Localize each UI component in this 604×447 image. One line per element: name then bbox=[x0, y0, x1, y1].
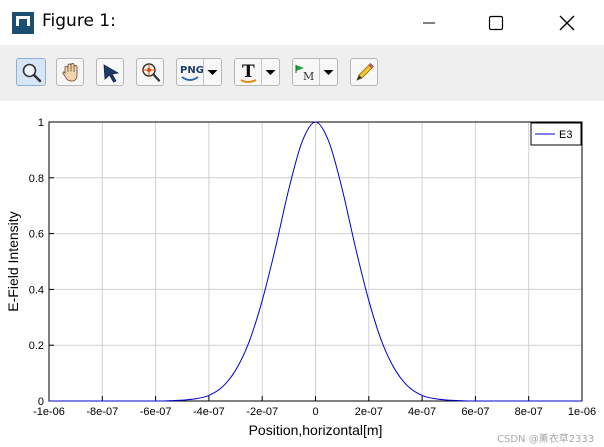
svg-text:M: M bbox=[303, 70, 314, 83]
data-point bbox=[355, 247, 356, 248]
x-tick-label: 8e-07 bbox=[515, 406, 543, 418]
legend-entry-e3: E3 bbox=[559, 129, 572, 141]
x-axis-ticks: -1e-06 -8e-07 -6e-07 -4e-07 -2e-07 0 2e-07 4e-0… bbox=[33, 396, 596, 418]
data-point bbox=[288, 189, 289, 190]
x-tick-label: -4e-07 bbox=[193, 406, 225, 418]
x-tick-label: 0 bbox=[312, 406, 318, 418]
data-point bbox=[528, 401, 529, 402]
data-point bbox=[195, 398, 196, 399]
window-title: Figure 1: bbox=[42, 11, 116, 31]
close-icon bbox=[559, 15, 575, 30]
x-axis-label: Position,horizontal[m] bbox=[249, 422, 383, 438]
x-tick-label: 4e-07 bbox=[408, 406, 436, 418]
edit-button[interactable] bbox=[350, 58, 378, 86]
data-point bbox=[182, 400, 183, 401]
data-point bbox=[275, 247, 276, 248]
close-button[interactable] bbox=[544, 0, 590, 45]
export-png-button[interactable]: PNG bbox=[176, 58, 222, 86]
y-tick-label: 0.8 bbox=[29, 173, 44, 185]
chevron-down-icon bbox=[265, 70, 276, 75]
grid-lines bbox=[48, 121, 583, 402]
maximize-button[interactable] bbox=[473, 0, 519, 45]
data-point bbox=[448, 400, 449, 401]
data-point bbox=[49, 401, 50, 402]
data-point bbox=[342, 189, 343, 190]
text-tool-button[interactable]: T bbox=[234, 58, 280, 86]
data-point bbox=[169, 400, 170, 401]
pan-hand-icon bbox=[62, 63, 78, 82]
line-chart[interactable]: -1e-06 -8e-07 -6e-07 -4e-07 -2e-07 0 2e-07 4e-0… bbox=[0, 101, 604, 447]
x-tick-label: 6e-07 bbox=[461, 406, 489, 418]
data-point bbox=[368, 300, 369, 301]
data-point bbox=[422, 395, 423, 396]
data-point bbox=[408, 387, 409, 388]
data-point bbox=[209, 395, 210, 396]
plot-area[interactable]: -1e-06 -8e-07 -6e-07 -4e-07 -2e-07 0 2e-07 4e-0… bbox=[0, 101, 604, 447]
zoom-reset-button[interactable] bbox=[136, 58, 164, 86]
data-point bbox=[102, 401, 103, 402]
figure-toolbar: PNG T M bbox=[0, 45, 604, 101]
y-tick-label: 0.6 bbox=[29, 229, 44, 241]
x-tick-label: 2e-07 bbox=[355, 406, 383, 418]
data-point bbox=[328, 141, 329, 142]
data-point bbox=[315, 122, 316, 123]
legend[interactable]: E3 bbox=[530, 122, 582, 146]
watermark: CSDN @薰衣草2333 bbox=[497, 434, 595, 445]
data-point bbox=[302, 141, 303, 142]
data-point bbox=[475, 401, 476, 402]
y-tick-label: 0 bbox=[38, 396, 44, 408]
y-tick-label: 0.2 bbox=[29, 340, 44, 352]
minimize-icon bbox=[423, 22, 435, 23]
chevron-down-icon bbox=[207, 70, 218, 75]
data-point bbox=[222, 387, 223, 388]
title-bar[interactable]: Figure 1: bbox=[0, 0, 604, 45]
data-point bbox=[248, 342, 249, 343]
data-point bbox=[395, 370, 396, 371]
x-tick-label: 1e-06 bbox=[568, 406, 596, 418]
zoom-button[interactable] bbox=[16, 58, 46, 86]
y-axis-label: E-Field Intensity bbox=[5, 211, 21, 311]
zoom-magnifier-icon bbox=[22, 63, 42, 83]
marker-flag-icon: M bbox=[295, 65, 314, 83]
data-point bbox=[155, 401, 156, 402]
figure-app-icon bbox=[12, 12, 34, 34]
pan-button[interactable] bbox=[56, 58, 84, 86]
x-tick-label: -8e-07 bbox=[86, 406, 118, 418]
export-png-dropdown[interactable] bbox=[203, 59, 221, 85]
chevron-down-icon bbox=[323, 70, 334, 75]
maximize-icon bbox=[488, 15, 504, 30]
y-tick-label: 0.4 bbox=[29, 284, 44, 296]
minimize-button[interactable] bbox=[406, 0, 452, 45]
text-tool-dropdown[interactable] bbox=[261, 59, 279, 85]
select-button[interactable] bbox=[96, 58, 124, 86]
text-tool-icon: T bbox=[240, 62, 257, 83]
figure-window: Figure 1: PNG T M -1e-06 -8e-07 -6e-07 -… bbox=[0, 0, 604, 447]
data-point bbox=[462, 400, 463, 401]
y-tick-label: 1 bbox=[38, 117, 44, 129]
y-axis-ticks: 0 0.2 0.4 0.6 0.8 1 bbox=[29, 117, 54, 408]
x-tick-label: -2e-07 bbox=[246, 406, 278, 418]
svg-text:T: T bbox=[242, 62, 255, 82]
zoom-target-icon bbox=[142, 63, 161, 82]
marker-dropdown[interactable] bbox=[319, 59, 337, 85]
pointer-arrow-icon bbox=[103, 64, 120, 83]
data-point bbox=[582, 401, 583, 402]
x-tick-label: -6e-07 bbox=[140, 406, 172, 418]
pencil-icon bbox=[356, 63, 374, 81]
svg-text:PNG: PNG bbox=[180, 65, 204, 76]
data-point bbox=[262, 300, 263, 301]
data-point bbox=[382, 342, 383, 343]
data-point bbox=[435, 398, 436, 399]
marker-button[interactable]: M bbox=[292, 58, 338, 86]
data-point bbox=[235, 370, 236, 371]
png-export-icon: PNG bbox=[180, 65, 204, 81]
